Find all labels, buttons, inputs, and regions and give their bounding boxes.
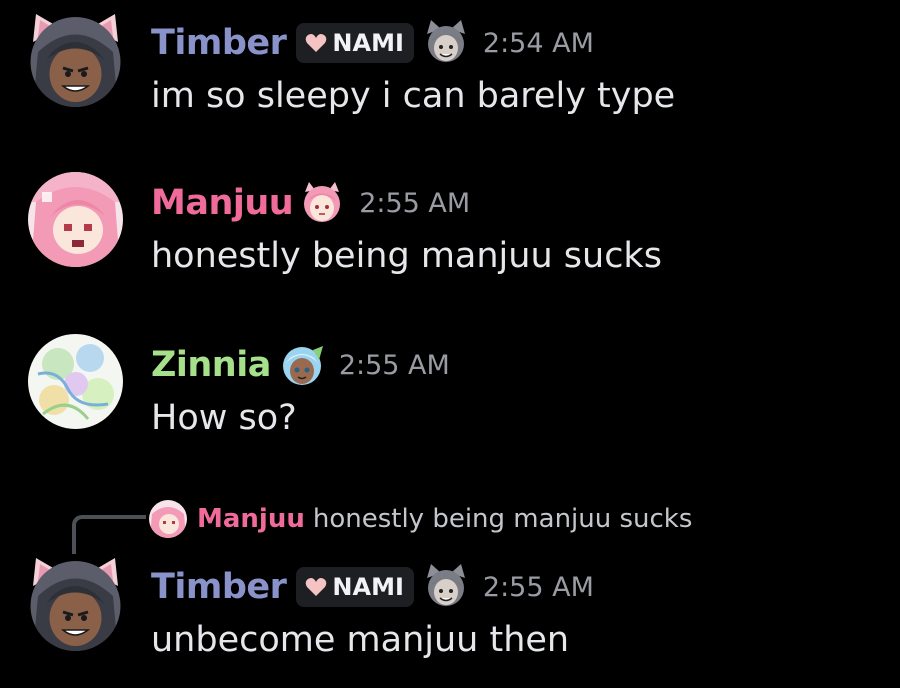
username[interactable]: Zinnia [151, 345, 271, 385]
reply-connector-line [72, 515, 146, 554]
zinnia-avatar[interactable] [28, 334, 123, 429]
message-header: Timber NAMI 2:54 AM [151, 18, 594, 68]
username[interactable]: Timber [151, 23, 287, 63]
timestamp[interactable]: 2:55 AM [359, 188, 470, 219]
message-header: Manjuu 2:55 AM [151, 178, 470, 228]
server-tag-label: NAMI [332, 573, 404, 601]
timestamp[interactable]: 2:55 AM [483, 572, 594, 603]
gray-cat-girl-icon [423, 20, 469, 66]
message-text: How so? [151, 398, 297, 438]
timestamp[interactable]: 2:55 AM [339, 350, 450, 381]
message-text: im so sleepy i can barely type [151, 76, 676, 116]
pink-heart-icon [305, 577, 327, 597]
pink-heart-icon [305, 33, 327, 53]
server-tag[interactable]: NAMI [296, 567, 414, 607]
message-header: Timber NAMI 2:55 AM [151, 562, 594, 612]
reply-preview[interactable]: Manjuu honestly being manjuu sucks [149, 500, 692, 538]
manjuu-avatar[interactable] [28, 172, 123, 267]
server-tag[interactable]: NAMI [296, 23, 414, 63]
username[interactable]: Manjuu [151, 183, 294, 223]
blue-haired-girl-icon [279, 342, 325, 388]
timestamp[interactable]: 2:54 AM [483, 28, 594, 59]
message-text: unbecome manjuu then [151, 620, 570, 660]
reply-username[interactable]: Manjuu [197, 504, 305, 534]
timber-avatar[interactable] [28, 12, 123, 107]
gray-cat-girl-icon [423, 564, 469, 610]
server-tag-label: NAMI [332, 29, 404, 57]
reply-text[interactable]: honestly being manjuu sucks [313, 504, 693, 534]
timber-avatar[interactable] [28, 556, 123, 651]
username[interactable]: Timber [151, 567, 287, 607]
message-header: Zinnia 2:55 AM [151, 340, 450, 390]
manjuu-reply-avatar [149, 500, 187, 538]
message-text: honestly being manjuu sucks [151, 236, 662, 276]
pink-haired-girl-icon [299, 180, 345, 226]
